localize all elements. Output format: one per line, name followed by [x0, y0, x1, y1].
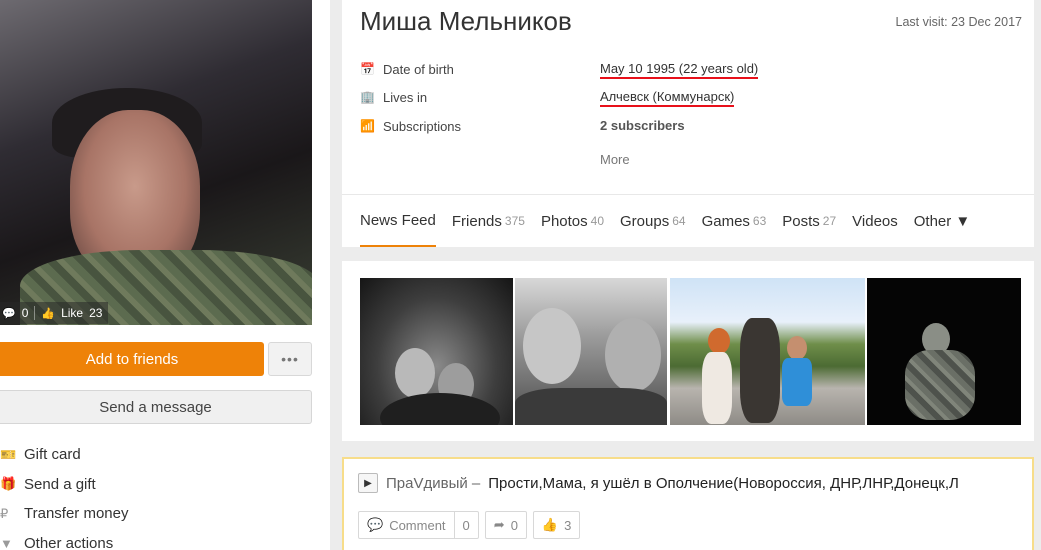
tab-news-feed[interactable]: News Feed — [360, 195, 436, 247]
like-count: 3 — [564, 517, 572, 533]
action-transfer-money[interactable]: ₽ Transfer money — [0, 499, 320, 529]
calendar-icon: 📅 — [360, 62, 375, 76]
like-segment: 👍 3 — [534, 512, 579, 538]
tab-count: 27 — [822, 214, 837, 228]
comment-icon: 💬 — [367, 517, 384, 532]
photo-thumbnail[interactable] — [360, 278, 513, 425]
track-artist[interactable]: ПраVдивый – — [386, 475, 480, 492]
gift-card-icon: 🎫 — [0, 446, 17, 462]
photo-thumbnail[interactable] — [670, 278, 865, 425]
info-label: Subscriptions — [383, 118, 462, 134]
tab-label: News Feed — [360, 211, 436, 229]
tab-count: 64 — [672, 214, 686, 228]
birthdate-value[interactable]: May 10 1995 (22 years old) — [600, 61, 759, 79]
ruble-icon: ₽ — [0, 505, 9, 521]
add-friends-button[interactable]: Add to friends — [0, 342, 264, 376]
more-info-link[interactable]: More — [600, 152, 630, 167]
share-arrow-icon: ➦ — [493, 517, 505, 532]
more-options-button[interactable]: ••• — [268, 342, 312, 376]
profile-name: Миша Мельников — [360, 6, 572, 36]
tab-label: Games — [701, 212, 750, 230]
avatar-stats-bar: 💬 0 👍 Like 23 — [0, 302, 109, 324]
tab-label: Friends — [451, 212, 502, 230]
comment-label: Comment — [389, 517, 446, 533]
tab-count: 63 — [752, 214, 767, 228]
thumbs-up-icon[interactable]: 👍 — [41, 307, 55, 320]
tab-other[interactable]: Other ▼ — [914, 195, 971, 247]
subscribers-value[interactable]: 2 subscribers — [600, 118, 685, 133]
info-row-birthdate: 📅 Date of birth — [360, 59, 454, 79]
photo-thumbnail[interactable] — [867, 278, 1021, 425]
tab-friends[interactable]: Friends 375 — [452, 195, 525, 247]
comment-icon[interactable]: 💬 — [2, 307, 16, 320]
action-label: Gift card — [24, 446, 81, 464]
action-label: Other actions — [24, 534, 114, 550]
info-row-subscriptions: 📶 Subscriptions — [360, 116, 461, 136]
share-segment: ➦ 0 — [486, 512, 526, 538]
music-track-line: ▶ ПраVдивый – Прости,Мама, я ушёл в Опол… — [358, 473, 1018, 493]
chevron-down-icon: ▼ — [0, 535, 13, 550]
left-column: 💬 0 👍 Like 23 Add to friends ••• Send a … — [0, 0, 330, 550]
profile-info-card: Миша Мельников Last visit: 23 Dec 2017 📅… — [342, 0, 1034, 247]
avatar-like-label[interactable]: Like — [61, 306, 83, 320]
tab-photos[interactable]: Photos 40 — [541, 195, 604, 247]
profile-actions-list: 🎫 Gift card 🎁 Send a gift ₽ Transfer mon… — [0, 440, 320, 550]
action-other-actions[interactable]: ▼ Other actions — [0, 529, 320, 550]
action-gift-card[interactable]: 🎫 Gift card — [0, 440, 320, 470]
building-icon: 🏢 — [360, 90, 375, 104]
avatar-like-count: 23 — [89, 306, 103, 320]
gift-icon: 🎁 — [0, 476, 17, 492]
profile-avatar[interactable]: 💬 0 👍 Like 23 — [0, 0, 312, 325]
track-title[interactable]: Прости,Мама, я ушёл в Ополчение(Новоросс… — [488, 475, 959, 492]
action-label: Transfer money — [24, 505, 129, 523]
info-row-location: 🏢 Lives in — [360, 87, 427, 107]
action-send-gift[interactable]: 🎁 Send a gift — [0, 470, 320, 500]
thumbs-up-icon: 👍 — [541, 517, 559, 532]
tab-label: Posts — [782, 212, 820, 230]
tab-games[interactable]: Games 63 — [702, 195, 767, 247]
share-button[interactable]: ➦ 0 — [484, 511, 527, 539]
tab-label: Groups — [620, 212, 670, 230]
share-count: 0 — [510, 517, 518, 533]
photos-strip — [342, 261, 1034, 441]
info-label: Lives in — [383, 89, 428, 105]
tab-label: Other ▼ — [913, 212, 971, 230]
rss-icon: 📶 — [360, 119, 375, 133]
avatar-stats-divider — [34, 306, 36, 320]
post-actions-bar: 💬 Comment 0 ➦ 0 👍 3 — [358, 511, 581, 539]
tab-count: 40 — [590, 214, 604, 228]
play-icon[interactable]: ▶ — [358, 473, 378, 493]
photo-thumbnail[interactable] — [515, 278, 667, 425]
music-post-card: ▶ ПраVдивый – Прости,Мама, я ушёл в Опол… — [342, 457, 1034, 550]
tab-videos[interactable]: Videos — [852, 195, 898, 247]
info-label: Date of birth — [383, 61, 454, 77]
action-label: Send a gift — [24, 475, 96, 493]
avatar-comments-count: 0 — [21, 306, 29, 320]
comment-count: 0 — [462, 517, 470, 533]
comment-segment: 💬 Comment — [359, 512, 454, 538]
location-value[interactable]: Алчевск (Коммунарск) — [600, 89, 735, 107]
tab-groups[interactable]: Groups 64 — [620, 195, 686, 247]
tab-label: Videos — [852, 212, 898, 230]
last-visit-text: Last visit: 23 Dec 2017 — [895, 15, 1022, 29]
comment-button[interactable]: 💬 Comment 0 — [358, 511, 479, 539]
tab-label: Photos — [540, 212, 588, 230]
tab-posts[interactable]: Posts 27 — [782, 195, 836, 247]
profile-tabs: News Feed Friends 375 Photos 40 Groups 6… — [360, 195, 986, 247]
like-button[interactable]: 👍 3 — [532, 511, 581, 539]
send-message-button[interactable]: Send a message — [0, 390, 312, 424]
tab-count: 375 — [504, 214, 525, 228]
